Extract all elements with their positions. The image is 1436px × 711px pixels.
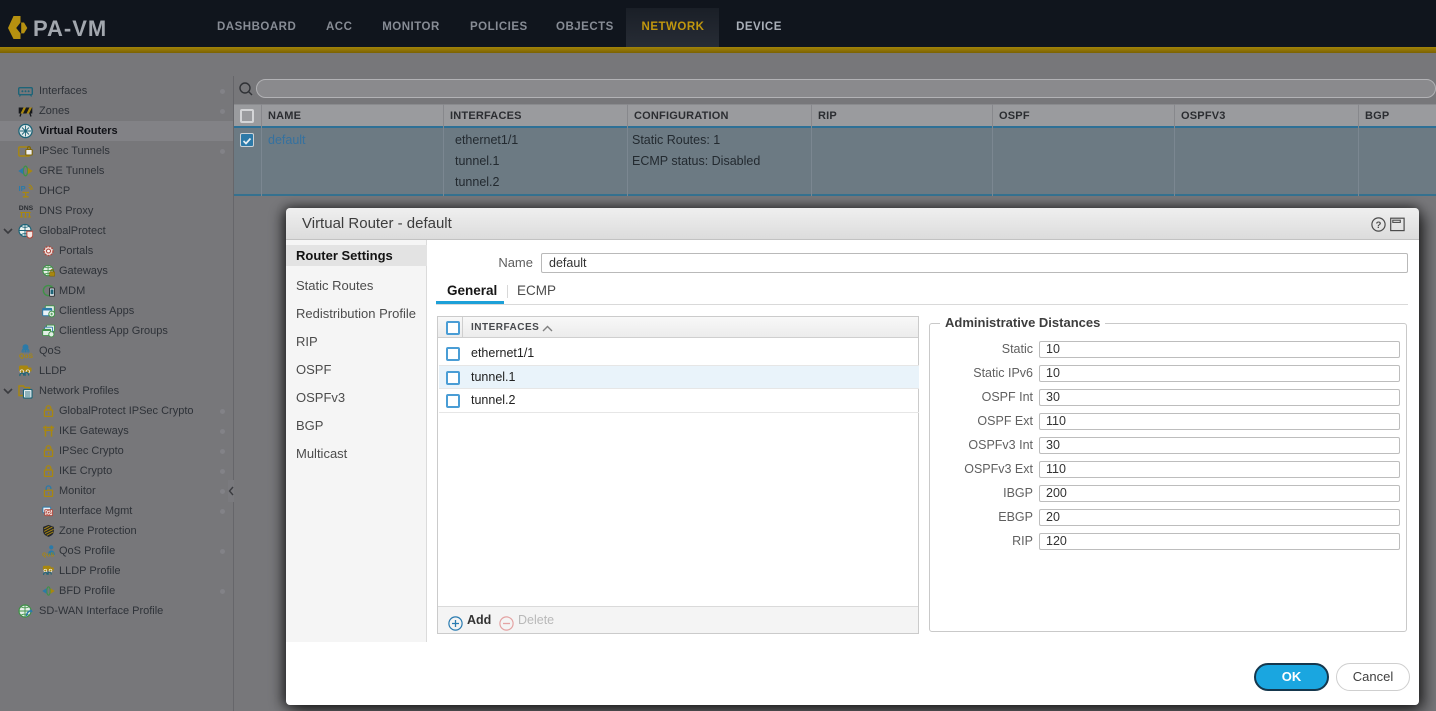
svg-text:DNS: DNS xyxy=(19,205,33,212)
svg-text:?: ? xyxy=(1376,220,1382,231)
svg-text:IP: IP xyxy=(19,184,26,193)
svg-text:QoS: QoS xyxy=(42,553,54,558)
svg-text:QoS: QoS xyxy=(19,353,33,359)
